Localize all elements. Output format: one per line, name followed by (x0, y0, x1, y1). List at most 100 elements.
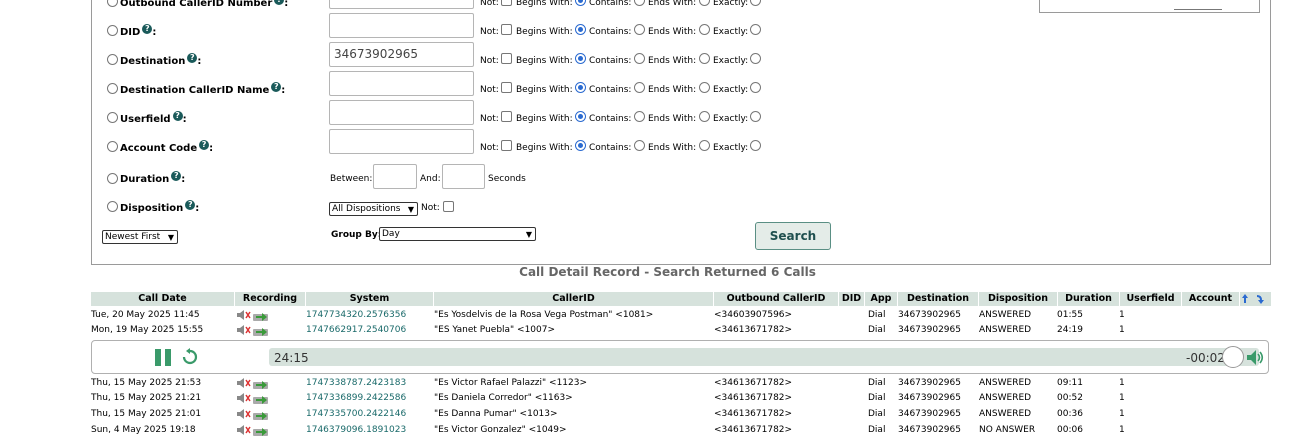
col-duration[interactable]: Duration (1058, 292, 1120, 306)
system-link[interactable]: 1747336899.2422586 (306, 393, 406, 403)
seek-bar[interactable] (269, 348, 1259, 366)
col-userfield[interactable]: Userfield (1120, 292, 1182, 306)
not-checkbox[interactable] (501, 53, 512, 64)
col-app[interactable]: App (865, 292, 898, 306)
download-arrow-icon[interactable] (253, 393, 269, 405)
outbound-callerid: <34603907596> (714, 310, 793, 320)
col-callerid[interactable]: CallerID (434, 292, 714, 306)
outbound-callerid: <34613671782> (714, 393, 793, 403)
speaker-icon[interactable] (236, 324, 252, 336)
system-link[interactable]: 1747734320.2576356 (306, 310, 406, 320)
help-icon[interactable]: ? (142, 24, 153, 34)
exactly-option-radio[interactable] (750, 24, 761, 35)
seek-handle[interactable] (1222, 346, 1244, 368)
exactly-option-radio[interactable] (750, 53, 761, 64)
filter-input[interactable] (329, 13, 474, 38)
contains-radio[interactable] (575, 82, 586, 93)
help-icon[interactable]: ? (172, 111, 183, 121)
download-arrow-icon[interactable] (253, 325, 269, 337)
filter-input[interactable] (329, 71, 474, 96)
filter-radio[interactable] (107, 25, 118, 36)
ends-radio[interactable] (634, 24, 645, 35)
col-did[interactable]: DID (839, 292, 865, 306)
exactly-radio[interactable] (699, 53, 710, 64)
not-checkbox[interactable] (501, 0, 512, 6)
not-checkbox[interactable] (501, 140, 512, 151)
sort-order-select[interactable]: Newest First ▼ (102, 230, 178, 244)
col-outbound-callerid[interactable]: Outbound CallerID (714, 292, 839, 306)
speaker-icon[interactable] (236, 309, 252, 321)
chevron-down-icon: ▼ (167, 233, 174, 242)
download-arrow-icon[interactable] (253, 310, 269, 322)
exactly-radio[interactable] (699, 82, 710, 93)
exactly-option-radio[interactable] (750, 111, 761, 122)
duration-min-input[interactable] (373, 164, 417, 189)
download-arrow-icon[interactable] (253, 425, 269, 437)
help-icon[interactable]: ? (274, 0, 285, 5)
filter-label: Account Code?: (120, 140, 214, 154)
exactly-option-radio[interactable] (750, 140, 761, 151)
help-icon[interactable]: ? (185, 200, 196, 210)
disposition-radio[interactable] (107, 201, 118, 212)
ends-radio[interactable] (634, 111, 645, 122)
download-arrow-icon[interactable] (253, 409, 269, 421)
contains-radio[interactable] (575, 140, 586, 151)
col-recording[interactable]: Recording (235, 292, 306, 306)
chevron-down-icon: ▼ (525, 230, 532, 239)
not-checkbox[interactable] (501, 82, 512, 93)
system-link[interactable]: 1747335700.2422146 (306, 409, 406, 419)
exactly-radio[interactable] (699, 140, 710, 151)
system-link[interactable]: 1746379096.1891023 (306, 425, 406, 435)
filter-input[interactable] (329, 100, 474, 125)
system-link[interactable]: 1747338787.2423183 (306, 378, 406, 388)
filter-input[interactable] (329, 129, 474, 154)
callerid: "Es Victor Gonzalez" <1049> (434, 425, 567, 435)
col-disposition[interactable]: Disposition (979, 292, 1058, 306)
filter-label: Userfield?: (120, 111, 187, 125)
download-arrow-icon[interactable] (253, 378, 269, 390)
speaker-icon[interactable] (236, 424, 252, 436)
col-account[interactable]: Account (1182, 292, 1240, 306)
not-checkbox[interactable] (501, 111, 512, 122)
disposition-select[interactable]: All Dispositions ▼ (329, 202, 418, 216)
ends-radio[interactable] (634, 140, 645, 151)
system-link[interactable]: 1747662917.2540706 (306, 325, 406, 335)
filter-radio[interactable] (107, 141, 118, 152)
filter-input[interactable] (329, 0, 474, 9)
speaker-icon[interactable] (236, 392, 252, 404)
exactly-radio[interactable] (699, 24, 710, 35)
speaker-icon[interactable] (236, 377, 252, 389)
col-call-date[interactable]: Call Date (91, 292, 235, 306)
duration-max-input[interactable] (442, 164, 485, 189)
filter-radio[interactable] (107, 54, 118, 65)
help-icon[interactable]: ? (187, 53, 198, 63)
col-system[interactable]: System (306, 292, 434, 306)
exactly-radio[interactable] (699, 111, 710, 122)
ends-radio[interactable] (634, 53, 645, 64)
volume-icon[interactable] (1246, 349, 1266, 366)
filter-input[interactable]: 34673902965 (329, 42, 474, 67)
exactly-option-radio[interactable] (750, 82, 761, 93)
speaker-icon[interactable] (236, 408, 252, 420)
help-icon[interactable]: ? (199, 140, 210, 150)
filter-radio[interactable] (107, 112, 118, 123)
pause-icon[interactable] (155, 349, 173, 366)
ends-radio[interactable] (634, 82, 645, 93)
replay-icon[interactable] (181, 348, 199, 366)
contains-radio[interactable] (575, 53, 586, 64)
sort-arrows-icon[interactable] (1242, 294, 1266, 305)
contains-radio[interactable] (575, 111, 586, 122)
disposition-not-label: Not: (421, 203, 440, 213)
ends-label: Ends With: (648, 143, 697, 153)
help-icon[interactable]: ? (171, 171, 182, 181)
disposition-not-checkbox[interactable] (443, 201, 454, 212)
duration-radio[interactable] (107, 173, 118, 184)
filter-radio[interactable] (107, 83, 118, 94)
search-button[interactable]: Search (755, 222, 831, 250)
help-icon[interactable]: ? (271, 82, 282, 92)
callerid: "Es Danna Pumar" <1013> (434, 409, 558, 419)
contains-radio[interactable] (575, 24, 586, 35)
group-by-select[interactable]: Day ▼ (379, 227, 536, 241)
not-checkbox[interactable] (501, 24, 512, 35)
col-destination[interactable]: Destination (898, 292, 979, 306)
